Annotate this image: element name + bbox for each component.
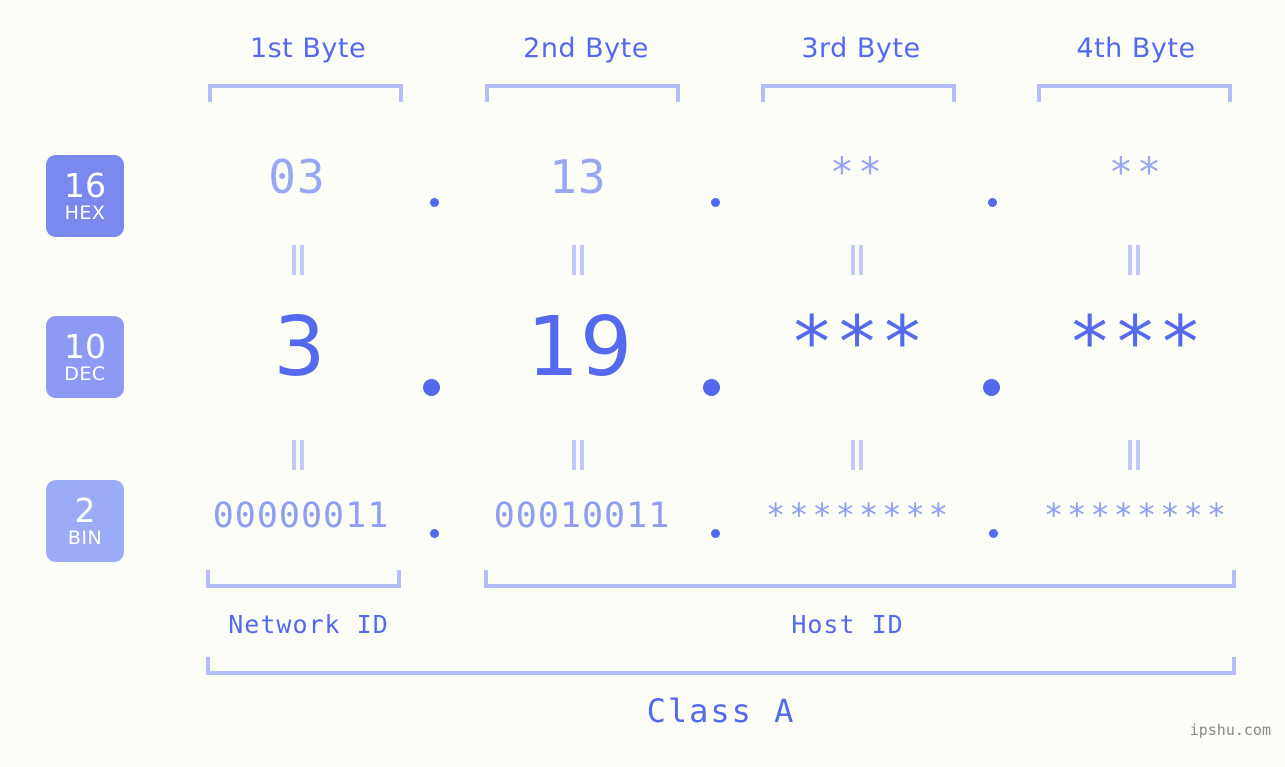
bin-byte-2: 00010011 (493, 496, 671, 536)
hex-separator-dot-2 (711, 198, 720, 207)
top-bracket-byte-1 (208, 84, 403, 102)
hex-byte-3: ** (829, 150, 887, 196)
dec-byte-1: 3 (273, 300, 327, 395)
equals-mark-hex-dec-4 (1128, 245, 1142, 275)
dec-separator-dot-2 (703, 379, 720, 396)
equals-mark-hex-dec-2 (572, 245, 586, 275)
equals-mark-dec-bin-1 (292, 440, 306, 470)
radix-badge-hex-name: HEX (64, 202, 106, 224)
hex-separator-dot-1 (430, 198, 439, 207)
top-bracket-byte-3 (761, 84, 956, 102)
hex-byte-1: 03 (268, 150, 326, 204)
hex-separator-dot-3 (988, 198, 997, 207)
dec-separator-dot-1 (423, 379, 440, 396)
byte-header-1: 1st Byte (249, 33, 367, 64)
top-bracket-byte-4 (1037, 84, 1232, 102)
top-bracket-byte-2 (485, 84, 680, 102)
ip-class-label: Class A (646, 692, 796, 730)
bin-separator-dot-1 (430, 529, 439, 538)
radix-badge-bin-name: BIN (67, 527, 103, 549)
dec-separator-dot-3 (983, 379, 1000, 396)
equals-mark-hex-dec-3 (851, 245, 865, 275)
bottom-bracket-host-id (484, 570, 1236, 588)
equals-mark-dec-bin-4 (1128, 440, 1142, 470)
dec-byte-4: *** (1067, 300, 1205, 384)
dec-byte-2: 19 (526, 300, 634, 395)
bin-byte-3: ******** (765, 496, 953, 534)
bottom-bracket-class (206, 657, 1236, 675)
hex-byte-4: ** (1108, 150, 1166, 196)
byte-header-2: 2nd Byte (523, 33, 649, 64)
radix-badge-dec: 10 DEC (46, 316, 124, 398)
bin-separator-dot-2 (711, 529, 720, 538)
bin-byte-1: 00000011 (212, 496, 390, 536)
bottom-bracket-network-id (206, 570, 401, 588)
bin-separator-dot-3 (989, 529, 998, 538)
dec-byte-3: *** (789, 300, 927, 384)
byte-header-3: 3rd Byte (801, 33, 921, 64)
network-id-label: Network ID (228, 610, 389, 639)
radix-badge-dec-number: 10 (64, 327, 106, 366)
hex-byte-2: 13 (549, 150, 607, 204)
host-id-label: Host ID (791, 610, 904, 639)
bin-byte-4: ******** (1043, 496, 1231, 534)
radix-badge-hex-number: 16 (64, 166, 106, 205)
radix-badge-bin: 2 BIN (46, 480, 124, 562)
equals-mark-hex-dec-1 (292, 245, 306, 275)
equals-mark-dec-bin-3 (851, 440, 865, 470)
ip-byte-breakdown-diagram: 1st Byte 2nd Byte 3rd Byte 4th Byte 16 H… (0, 0, 1285, 767)
site-watermark: ipshu.com (1189, 721, 1271, 739)
equals-mark-dec-bin-2 (572, 440, 586, 470)
byte-header-4: 4th Byte (1076, 33, 1196, 64)
radix-badge-hex: 16 HEX (46, 155, 124, 237)
radix-badge-bin-number: 2 (74, 491, 96, 530)
radix-badge-dec-name: DEC (64, 363, 106, 385)
